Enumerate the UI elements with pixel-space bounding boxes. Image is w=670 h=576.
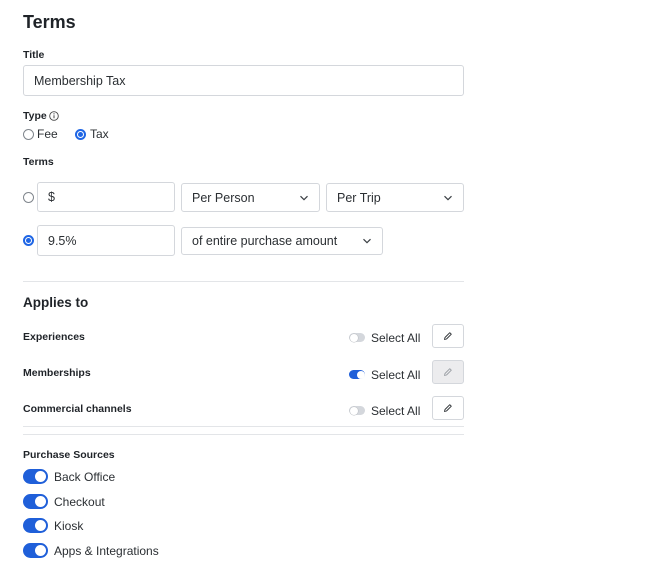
memberships-label: Memberships bbox=[23, 367, 91, 379]
back-office-toggle[interactable] bbox=[23, 469, 48, 484]
memberships-select-all-toggle[interactable] bbox=[349, 370, 365, 379]
experiences-select-all-label[interactable]: Select All bbox=[371, 331, 420, 345]
apps-integrations-toggle[interactable] bbox=[23, 543, 48, 558]
type-tax-label[interactable]: Tax bbox=[90, 127, 109, 141]
kiosk-toggle[interactable] bbox=[23, 518, 48, 533]
commercial-channels-label: Commercial channels bbox=[23, 403, 132, 415]
memberships-select-all-label[interactable]: Select All bbox=[371, 368, 420, 382]
terms-fixed-radio[interactable] bbox=[23, 192, 34, 203]
back-office-label: Back Office bbox=[54, 470, 116, 484]
type-fee-radio[interactable] bbox=[23, 129, 34, 140]
percent-amount-input[interactable]: 9.5% bbox=[37, 225, 175, 256]
experiences-label: Experiences bbox=[23, 331, 85, 343]
info-icon[interactable] bbox=[49, 111, 59, 121]
type-label: Type bbox=[23, 110, 47, 122]
type-fee-label[interactable]: Fee bbox=[37, 127, 58, 141]
pencil-icon bbox=[444, 332, 452, 340]
chevron-down-icon bbox=[444, 195, 452, 201]
applies-to-title: Applies to bbox=[23, 295, 89, 310]
section-divider bbox=[23, 434, 464, 435]
per-period-value: Per Trip bbox=[337, 190, 381, 205]
pencil-icon bbox=[444, 404, 452, 412]
checkout-toggle[interactable] bbox=[23, 494, 48, 509]
per-period-select[interactable]: Per Trip bbox=[326, 183, 464, 212]
section-divider bbox=[23, 281, 464, 282]
terms-label: Terms bbox=[23, 156, 54, 168]
row-divider bbox=[23, 426, 464, 427]
title-label: Title bbox=[23, 49, 45, 61]
experiences-select-all-toggle[interactable] bbox=[349, 333, 365, 342]
title-input-value: Membership Tax bbox=[34, 73, 126, 88]
basis-value: of entire purchase amount bbox=[192, 234, 338, 248]
commercial-channels-select-all-label[interactable]: Select All bbox=[371, 404, 420, 418]
title-input[interactable]: Membership Tax bbox=[23, 65, 464, 96]
terms-percent-radio[interactable] bbox=[23, 235, 34, 246]
experiences-edit-button[interactable] bbox=[432, 324, 464, 348]
pencil-icon bbox=[444, 368, 452, 376]
basis-select[interactable]: of entire purchase amount bbox=[181, 227, 383, 255]
memberships-edit-button[interactable] bbox=[432, 360, 464, 384]
page-title: Terms bbox=[23, 12, 76, 32]
chevron-down-icon bbox=[300, 195, 308, 201]
commercial-channels-edit-button[interactable] bbox=[432, 396, 464, 420]
purchase-sources-title: Purchase Sources bbox=[23, 449, 115, 461]
type-tax-radio[interactable] bbox=[75, 129, 86, 140]
kiosk-label: Kiosk bbox=[54, 519, 84, 533]
fixed-amount-input[interactable]: $ bbox=[37, 182, 175, 212]
fixed-amount-value: $ bbox=[48, 190, 55, 204]
commercial-channels-select-all-toggle[interactable] bbox=[349, 406, 365, 415]
chevron-down-icon bbox=[363, 238, 371, 244]
apps-integrations-label: Apps & Integrations bbox=[54, 544, 159, 558]
percent-amount-value: 9.5% bbox=[48, 233, 77, 248]
per-unit-select[interactable]: Per Person bbox=[181, 183, 320, 212]
per-unit-value: Per Person bbox=[192, 190, 255, 205]
checkout-label: Checkout bbox=[54, 495, 105, 509]
